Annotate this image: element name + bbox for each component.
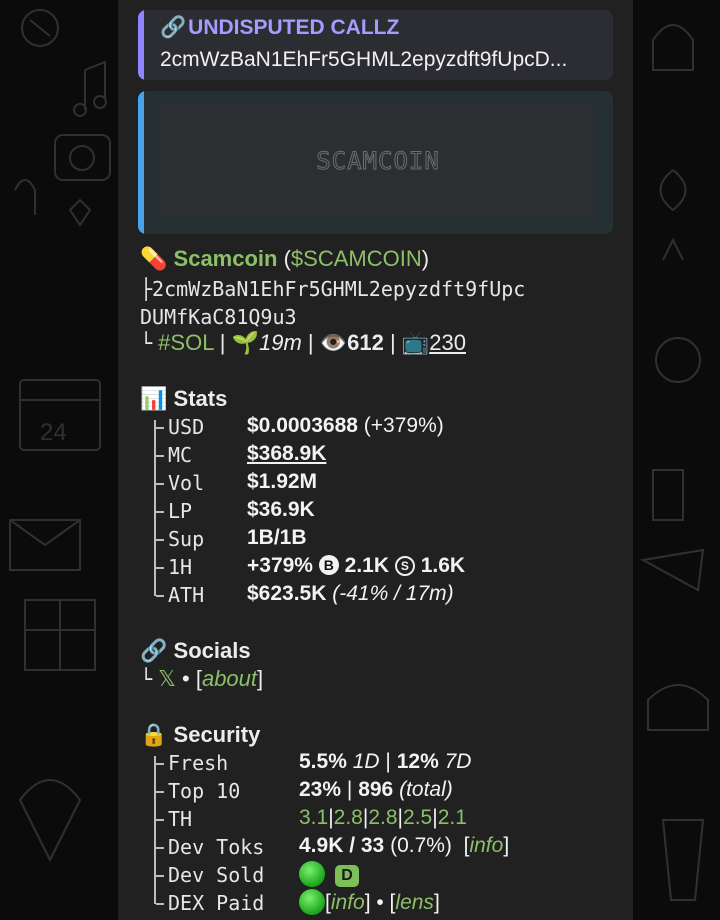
x-link[interactable]: 𝕏 (158, 666, 176, 691)
holder-link[interactable]: 2.8 (368, 806, 397, 829)
about-link[interactable]: about (202, 666, 257, 691)
reply-title: 🔗UNDISPUTED CALLZ (160, 16, 399, 40)
tv-link[interactable]: 230 (429, 330, 466, 355)
stat-key: Sup (168, 527, 205, 551)
link-icon: 🔗 (140, 638, 168, 663)
stat-key: MC (168, 443, 193, 467)
security-heading-text: Security (173, 722, 261, 747)
security-key: Dev Sold (168, 863, 265, 887)
security-key: Dev Toks (168, 835, 265, 859)
stats-heading-text: Stats (173, 386, 228, 411)
sells-icon: S (394, 556, 415, 576)
view-count: 612 (347, 330, 384, 355)
stat-value: $1.92M (247, 470, 318, 493)
dex-info-link[interactable]: info (331, 891, 365, 914)
address-part-1: 2cmWzBaN1EhFr5GHML2epyzdft9fUpc (152, 277, 526, 301)
green-circle-icon (299, 861, 325, 887)
stat-key: 1H (168, 555, 193, 579)
stat-value: $623.5K (-41% / 17m) (247, 582, 454, 605)
tree-corner: └ (140, 331, 153, 355)
socials-line: └ 𝕏 • [about] (140, 666, 264, 691)
green-circle-icon (299, 889, 325, 915)
stat-value: +379% B 2.1K S 1.6K (247, 554, 466, 577)
stat-key: ATH (168, 583, 205, 607)
dev-sold-value: D (299, 861, 359, 887)
token-address-line2[interactable]: DUMfKaC81Q9u3 (140, 305, 297, 329)
stats-tree (154, 420, 164, 596)
holder-link[interactable]: 3.1 (299, 806, 328, 829)
top-holders-values: 3.1|2.8|2.8|2.5|2.1 (299, 806, 467, 829)
stat-key: LP (168, 499, 193, 523)
eye-icon: 👁️ (319, 330, 348, 355)
security-key: Fresh (168, 751, 229, 775)
svg-text:24: 24 (40, 419, 67, 446)
holder-link[interactable]: 2.1 (438, 806, 467, 829)
holder-link[interactable]: 2.5 (403, 806, 432, 829)
d-badge-icon: D (335, 865, 359, 887)
stat-key: Vol (168, 471, 205, 495)
socials-heading: 🔗 Socials (140, 638, 251, 664)
holder-link[interactable]: 2.8 (334, 806, 363, 829)
bar-chart-icon: 📊 (140, 386, 168, 411)
link-preview[interactable]: SCAMCOIN (138, 91, 613, 234)
stat-value: $0.0003688 (+379%) (247, 414, 444, 437)
security-key: DEX Paid (168, 891, 265, 915)
reply-preview[interactable]: 🔗UNDISPUTED CALLZ 2cmWzBaN1EhFr5GHML2epy… (138, 10, 613, 80)
token-ticker[interactable]: $SCAMCOIN (291, 246, 422, 271)
security-key: Top 10 (168, 779, 241, 803)
link-icon: 🔗 (160, 16, 187, 39)
preview-image[interactable]: SCAMCOIN (158, 103, 598, 220)
tv-icon: 📺 (401, 330, 430, 355)
stat-key: USD (168, 415, 205, 439)
dev-toks-value: 4.9K / 33 (0.7%) [info] (299, 834, 510, 857)
stat-value: 1B/1B (247, 526, 307, 549)
seedling-icon: 🌱 (231, 330, 259, 355)
token-title-line: 💊 Scamcoin ($SCAMCOIN) (140, 246, 430, 271)
market-cap-link[interactable]: $368.9K (247, 442, 326, 466)
socials-heading-text: Socials (173, 638, 251, 663)
preview-wordmark: SCAMCOIN (316, 147, 440, 176)
stat-value: $36.9K (247, 498, 315, 521)
preview-accent-bar (138, 91, 144, 234)
token-name[interactable]: Scamcoin (174, 246, 278, 271)
lock-icon: 🔒 (140, 722, 168, 747)
chain-tag[interactable]: #SOL (158, 330, 213, 355)
fresh-value: 5.5% 1D | 12% 7D (299, 750, 472, 773)
buys-icon: B (318, 555, 339, 575)
top10-value: 23% | 896 (total) (299, 778, 453, 801)
token-age: 19m (258, 330, 302, 355)
dex-paid-value: [info] • [lens] (299, 889, 440, 915)
reply-title-text: UNDISPUTED CALLZ (188, 16, 400, 39)
reply-accent-bar (138, 10, 144, 80)
dev-info-link[interactable]: info (469, 834, 503, 857)
reply-address: 2cmWzBaN1EhFr5GHML2epyzdft9fUpcD... (160, 48, 568, 71)
security-tree (154, 756, 164, 904)
security-heading: 🔒 Security (140, 722, 260, 748)
message-bubble: 🔗UNDISPUTED CALLZ 2cmWzBaN1EhFr5GHML2epy… (118, 0, 633, 920)
lens-link[interactable]: lens (395, 891, 434, 914)
tree-corner: └ (140, 667, 153, 691)
security-key: TH (168, 807, 193, 831)
token-meta-line: └ #SOL | 🌱19m | 👁️612 | 📺230 (140, 330, 466, 355)
pill-icon: 💊 (140, 246, 168, 271)
stats-heading: 📊 Stats (140, 386, 227, 412)
token-address-line1[interactable]: ├2cmWzBaN1EhFr5GHML2epyzdft9fUpc (140, 277, 525, 301)
